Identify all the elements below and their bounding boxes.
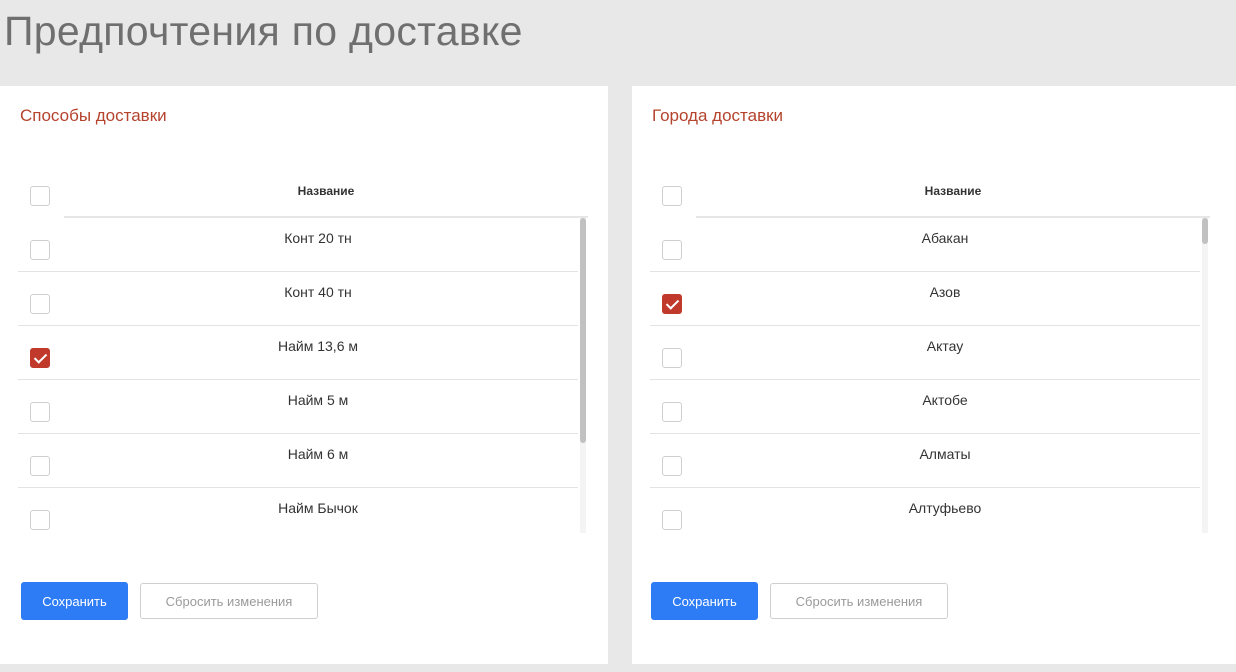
table-row[interactable]: Конт 40 тн (18, 272, 578, 326)
row-name: Найм 13,6 м (278, 338, 358, 354)
row-name: Найм 6 м (287, 446, 349, 462)
row-checkbox[interactable] (30, 510, 50, 530)
table-header: Название (650, 174, 1210, 218)
row-name: Конт 40 тн (284, 284, 352, 300)
delivery-methods-table: Название Конт 20 тн Конт 40 тн Найм 13,6 м… (18, 174, 588, 533)
row-name: Азов (929, 284, 961, 300)
delivery-methods-title: Способы доставки (20, 106, 167, 125)
table-row[interactable]: Алтуфьево (650, 488, 1200, 533)
page-title: Предпочтения по доставке (4, 8, 523, 54)
table-body: Конт 20 тн Конт 40 тн Найм 13,6 м Найм 5 м Н… (18, 218, 588, 533)
delivery-methods-rows: Конт 20 тн Конт 40 тн Найм 13,6 м Найм 5 м Н… (18, 218, 578, 533)
scrollbar[interactable] (1202, 218, 1208, 533)
row-checkbox[interactable] (30, 402, 50, 422)
table-row[interactable]: Конт 20 тн (18, 218, 578, 272)
table-row[interactable]: Найм Бычок (18, 488, 578, 533)
row-name: Абакан (921, 230, 969, 246)
row-name: Алтуфьево (908, 500, 982, 516)
delivery-cities-title: Города доставки (652, 106, 784, 125)
table-row[interactable]: Абакан (650, 218, 1200, 272)
scrollbar-thumb[interactable] (580, 218, 586, 443)
table-row[interactable]: Актау (650, 326, 1200, 380)
save-button[interactable]: Сохранить (21, 582, 128, 620)
row-checkbox[interactable] (662, 294, 682, 314)
select-all-checkbox[interactable] (662, 186, 682, 206)
table-row[interactable]: Актобе (650, 380, 1200, 434)
table-row[interactable]: Алматы (650, 434, 1200, 488)
delivery-cities-table: Название Абакан Азов Актау Актобе Алматы Алту… (650, 174, 1210, 533)
reset-changes-button[interactable]: Сбросить изменения (770, 583, 948, 619)
column-header-name[interactable]: Название (696, 174, 1210, 218)
row-name: Алматы (919, 446, 971, 462)
delivery-cities-rows: Абакан Азов Актау Актобе Алматы Алтуфьево (650, 218, 1200, 533)
row-checkbox[interactable] (662, 402, 682, 422)
scrollbar[interactable] (580, 218, 586, 533)
table-body: Абакан Азов Актау Актобе Алматы Алтуфьево (650, 218, 1210, 533)
save-button[interactable]: Сохранить (651, 582, 758, 620)
scrollbar-thumb[interactable] (1202, 218, 1208, 244)
row-checkbox[interactable] (30, 240, 50, 260)
row-name: Конт 20 тн (284, 230, 352, 246)
table-row[interactable]: Найм 6 м (18, 434, 578, 488)
delivery-cities-card: Города доставки Название Абакан Азов Актау… (632, 86, 1236, 664)
row-checkbox[interactable] (662, 510, 682, 530)
row-checkbox[interactable] (662, 456, 682, 476)
delivery-methods-card: Способы доставки Название Конт 20 тн Конт… (0, 86, 608, 664)
table-row[interactable]: Найм 13,6 м (18, 326, 578, 380)
reset-changes-button[interactable]: Сбросить изменения (140, 583, 318, 619)
table-header: Название (18, 174, 588, 218)
row-checkbox[interactable] (662, 240, 682, 260)
row-name: Актау (926, 338, 964, 354)
table-row[interactable]: Азов (650, 272, 1200, 326)
row-checkbox[interactable] (662, 348, 682, 368)
select-all-checkbox[interactable] (30, 186, 50, 206)
row-name: Найм 5 м (287, 392, 349, 408)
row-checkbox[interactable] (30, 456, 50, 476)
row-name: Найм Бычок (278, 500, 358, 516)
row-checkbox[interactable] (30, 348, 50, 368)
table-row[interactable]: Найм 5 м (18, 380, 578, 434)
row-checkbox[interactable] (30, 294, 50, 314)
row-name: Актобе (922, 392, 968, 408)
column-header-name[interactable]: Название (64, 174, 588, 218)
